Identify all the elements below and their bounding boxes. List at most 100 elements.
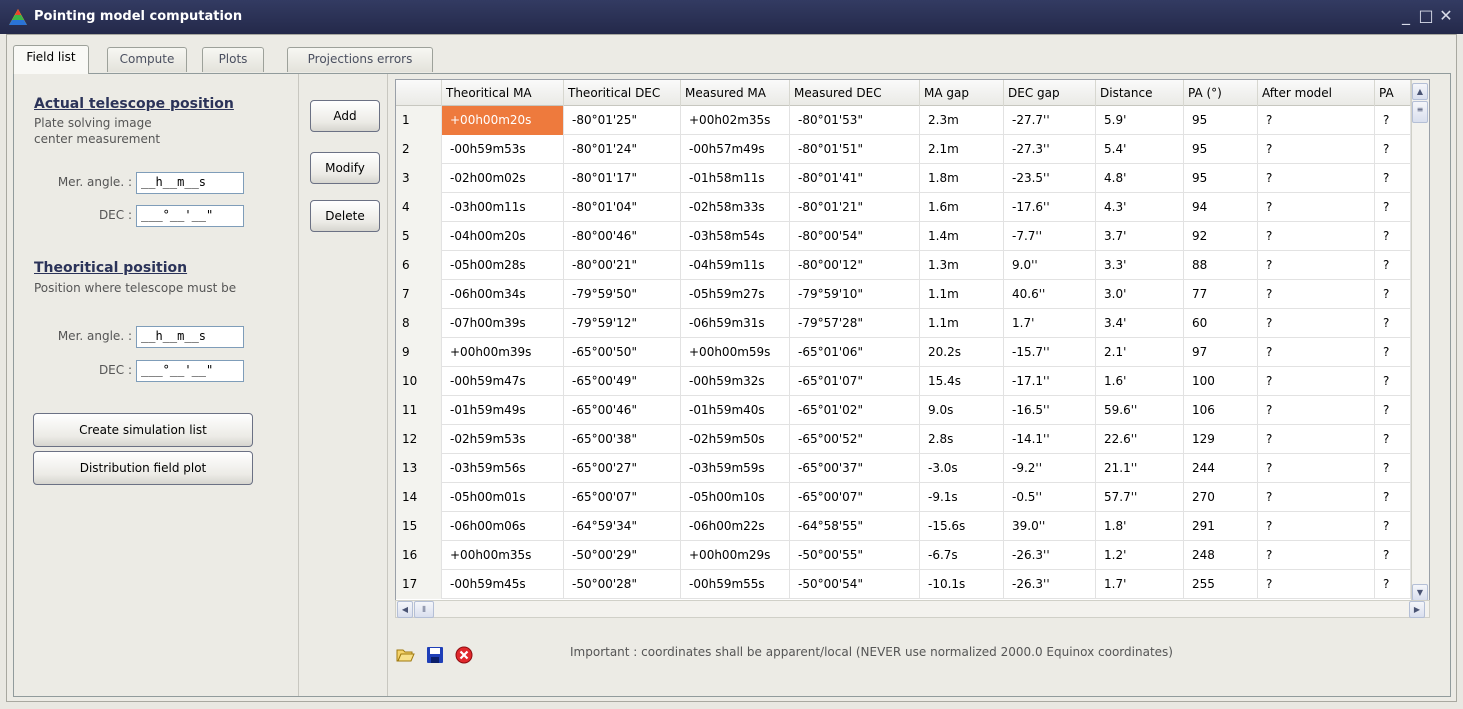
table-cell[interactable]: ? [1375,396,1411,425]
table-cell[interactable]: -0.5'' [1004,483,1096,512]
table-cell[interactable]: -64°58'55" [790,512,920,541]
table-cell[interactable]: -65°00'07" [564,483,681,512]
table-cell[interactable]: -15.7'' [1004,338,1096,367]
table-cell[interactable]: -6.7s [920,541,1004,570]
table-cell[interactable]: -02h59m50s [681,425,790,454]
table-cell[interactable]: 106 [1184,396,1258,425]
table-cell[interactable]: 1.7' [1096,570,1184,599]
table-cell[interactable]: ? [1258,367,1375,396]
table-row[interactable]: 2 -00h59m53s -80°01'24" -00h57m49s -80°01'51… [396,135,1429,164]
table-cell[interactable]: 92 [1184,222,1258,251]
table-row[interactable]: 3 -02h00m02s -80°01'17" -01h58m11s -80°01'41… [396,164,1429,193]
table-cell[interactable]: 291 [1184,512,1258,541]
table-cell[interactable]: -04h59m11s [681,251,790,280]
table-cell[interactable]: -65°00'27" [564,454,681,483]
table-cell[interactable]: 248 [1184,541,1258,570]
table-row[interactable]: 5 -04h00m20s -80°00'46" -03h58m54s -80°00'54… [396,222,1429,251]
table-cell[interactable]: -02h58m33s [681,193,790,222]
table-cell[interactable]: ? [1258,483,1375,512]
table-cell[interactable]: ? [1258,454,1375,483]
column-header[interactable]: PA [1375,80,1411,106]
table-cell[interactable]: -65°00'52" [790,425,920,454]
table-cell[interactable]: 9.0s [920,396,1004,425]
table-cell[interactable]: -26.3'' [1004,570,1096,599]
table-cell[interactable]: ? [1258,570,1375,599]
table-cell[interactable]: -50°00'54" [790,570,920,599]
table-cell[interactable]: -05h00m10s [681,483,790,512]
table-cell[interactable]: 94 [1184,193,1258,222]
save-icon[interactable] [425,645,445,665]
table-cell[interactable]: ? [1375,425,1411,454]
table-row[interactable]: 7 -06h00m34s -79°59'50" -05h59m27s -79°59'10… [396,280,1429,309]
table-cell[interactable]: 2.1m [920,135,1004,164]
table-cell[interactable]: -65°00'50" [564,338,681,367]
table-cell[interactable]: -80°01'24" [564,135,681,164]
table-cell[interactable]: -80°01'17" [564,164,681,193]
table-cell[interactable]: 60 [1184,309,1258,338]
table-cell[interactable]: ? [1375,570,1411,599]
table-cell[interactable]: -80°01'53" [790,106,920,135]
table-cell[interactable]: 100 [1184,367,1258,396]
table-cell[interactable]: -65°00'37" [790,454,920,483]
theo-mer-angle-field[interactable]: __h__m__s [136,326,244,348]
table-cell[interactable]: -04h00m20s [442,222,564,251]
table-cell[interactable]: 88 [1184,251,1258,280]
table-cell[interactable]: ? [1375,454,1411,483]
table-row[interactable]: 16 +00h00m35s -50°00'29" +00h00m29s -50°00'5… [396,541,1429,570]
table-cell[interactable]: 1.2' [1096,541,1184,570]
table-cell[interactable]: -80°01'21" [790,193,920,222]
table-cell[interactable]: -00h59m47s [442,367,564,396]
actual-dec-field[interactable]: ___°__'__" [136,205,244,227]
create-simulation-list-button[interactable]: Create simulation list [33,413,253,447]
table-cell[interactable]: -65°01'07" [790,367,920,396]
table-cell[interactable]: ? [1258,396,1375,425]
table-row[interactable]: 9 +00h00m39s -65°00'50" +00h00m59s -65°01'06… [396,338,1429,367]
table-cell[interactable]: -06h00m22s [681,512,790,541]
table-cell[interactable]: -05h00m01s [442,483,564,512]
table-cell[interactable]: -9.2'' [1004,454,1096,483]
table-cell[interactable]: -10.1s [920,570,1004,599]
table-cell[interactable]: 20.2s [920,338,1004,367]
table-cell[interactable]: ? [1375,135,1411,164]
table-cell[interactable]: -05h59m27s [681,280,790,309]
table-cell[interactable]: -65°00'07" [790,483,920,512]
table-cell[interactable]: ? [1258,135,1375,164]
table-cell[interactable]: -17.6'' [1004,193,1096,222]
table-cell[interactable]: -80°00'46" [564,222,681,251]
table-cell[interactable]: 2.1' [1096,338,1184,367]
table-cell[interactable]: +00h00m35s [442,541,564,570]
tab-field-list[interactable]: Field list [13,45,89,74]
table-cell[interactable]: 9.0'' [1004,251,1096,280]
table-row[interactable]: 4 -03h00m11s -80°01'04" -02h58m33s -80°01'21… [396,193,1429,222]
table-cell[interactable]: -80°00'21" [564,251,681,280]
table-cell[interactable]: ? [1375,338,1411,367]
table-cell[interactable]: -00h59m32s [681,367,790,396]
table-cell[interactable]: ? [1375,280,1411,309]
table-cell[interactable]: +00h02m35s [681,106,790,135]
table-cell[interactable]: 59.6'' [1096,396,1184,425]
table-cell[interactable]: ? [1375,367,1411,396]
table-cell[interactable]: -80°01'25" [564,106,681,135]
column-header[interactable]: Measured DEC [790,80,920,106]
table-cell[interactable]: -06h00m34s [442,280,564,309]
table-cell[interactable]: 95 [1184,106,1258,135]
tab-plots[interactable]: Plots [202,47,264,72]
scroll-up-icon[interactable]: ▲ [1412,83,1428,100]
table-cell[interactable]: 95 [1184,135,1258,164]
horizontal-scrollbar[interactable]: ◀ ⦀ ▶ [395,600,1430,618]
table-cell[interactable]: ? [1258,512,1375,541]
table-cell[interactable]: 129 [1184,425,1258,454]
table-cell[interactable]: 3.0' [1096,280,1184,309]
table-row[interactable]: 6 -05h00m28s -80°00'21" -04h59m11s -80°00'12… [396,251,1429,280]
table-cell[interactable]: ? [1258,106,1375,135]
table-cell[interactable]: 4.3' [1096,193,1184,222]
add-button[interactable]: Add [310,100,380,132]
table-cell[interactable]: 4.8' [1096,164,1184,193]
scroll-right-icon[interactable]: ▶ [1409,601,1425,618]
table-cell[interactable]: -03h00m11s [442,193,564,222]
table-cell[interactable]: ? [1258,222,1375,251]
table-cell[interactable]: -07h00m39s [442,309,564,338]
table-cell[interactable]: -50°00'29" [564,541,681,570]
table-cell[interactable]: -80°01'41" [790,164,920,193]
column-header[interactable]: After model [1258,80,1375,106]
